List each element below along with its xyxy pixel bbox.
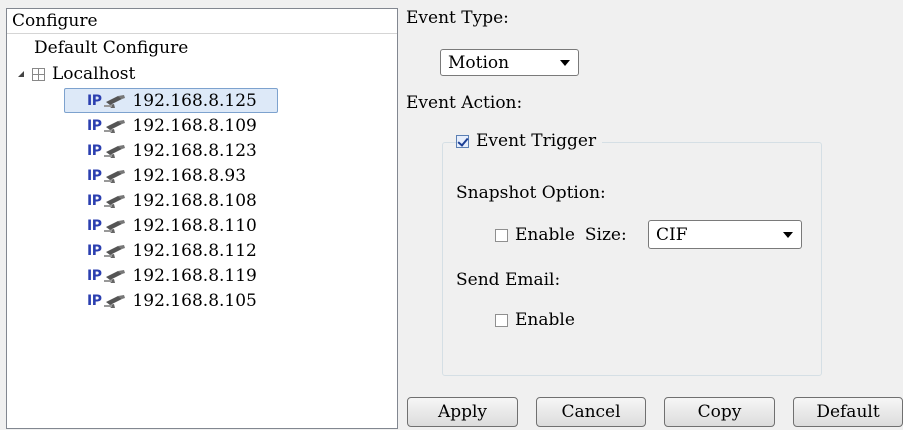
send-email-label: Send Email: [456, 270, 561, 290]
default-button[interactable]: Default [793, 397, 903, 427]
snapshot-size-value: CIF [656, 224, 688, 245]
camera-icon [103, 143, 127, 159]
copy-button[interactable]: Copy [664, 397, 775, 427]
event-trigger-group [442, 142, 822, 376]
camera-item[interactable]: IP 192.168.8.93 [64, 163, 278, 188]
event-trigger-checkbox-row[interactable]: Event Trigger [456, 131, 603, 151]
event-type-value: Motion [448, 52, 510, 73]
camera-ip-label: 192.168.8.112 [132, 240, 257, 261]
camera-item[interactable]: IP 192.168.8.105 [64, 288, 278, 313]
camera-icon [103, 218, 127, 234]
ip-camera-tag: IP [87, 117, 102, 134]
ip-camera-tag: IP [87, 142, 102, 159]
ip-camera-tag: IP [87, 292, 102, 309]
camera-item[interactable]: IP 192.168.8.123 [64, 138, 278, 163]
ip-camera-tag: IP [87, 192, 102, 209]
camera-icon [103, 268, 127, 284]
event-type-label: Event Type: [406, 8, 509, 28]
camera-item[interactable]: IP 192.168.8.109 [64, 113, 278, 138]
cancel-button[interactable]: Cancel [536, 397, 646, 427]
event-action-label: Event Action: [406, 93, 523, 113]
tree-header: Configure [7, 9, 397, 34]
camera-icon [103, 193, 127, 209]
camera-icon [103, 118, 127, 134]
camera-ip-label: 192.168.8.105 [132, 290, 257, 311]
tree-root-default-configure[interactable]: Default Configure [34, 38, 188, 58]
camera-icon [103, 168, 127, 184]
ip-camera-tag: IP [87, 167, 102, 184]
camera-ip-label: 192.168.8.109 [132, 115, 257, 136]
camera-item[interactable]: IP 192.168.8.110 [64, 213, 278, 238]
tree-node-localhost[interactable]: Localhost [18, 63, 135, 85]
ip-camera-tag: IP [87, 267, 102, 284]
ip-camera-tag: IP [87, 92, 102, 109]
email-row: Enable [495, 310, 575, 330]
camera-ip-label: 192.168.8.125 [132, 90, 257, 111]
camera-item[interactable]: IP 192.168.8.112 [64, 238, 278, 263]
camera-ip-label: 192.168.8.108 [132, 190, 257, 211]
ip-camera-tag: IP [87, 242, 102, 259]
camera-item[interactable]: IP 192.168.8.108 [64, 188, 278, 213]
snapshot-size-select[interactable]: CIF [648, 220, 802, 249]
apply-button[interactable]: Apply [407, 397, 518, 427]
ip-camera-tag: IP [87, 217, 102, 234]
event-trigger-checkbox[interactable] [456, 134, 469, 148]
camera-ip-label: 192.168.8.93 [132, 165, 247, 186]
grid-icon [32, 67, 45, 81]
size-label: Size: [584, 225, 627, 245]
camera-item[interactable]: IP 192.168.8.119 [64, 263, 278, 288]
camera-icon [103, 243, 127, 259]
event-type-select[interactable]: Motion [440, 49, 579, 76]
expand-arrow-icon[interactable] [18, 71, 24, 77]
camera-ip-label: 192.168.8.119 [132, 265, 257, 286]
camera-ip-label: 192.168.8.110 [132, 215, 257, 236]
snapshot-enable-checkbox[interactable] [495, 228, 508, 242]
snapshot-enable-label: Enable [515, 225, 575, 245]
snapshot-option-label: Snapshot Option: [456, 183, 606, 203]
tree-node-label: Localhost [52, 64, 136, 84]
snapshot-row: Enable Size: [495, 225, 627, 245]
dropdown-arrow-icon [783, 231, 793, 238]
camera-item[interactable]: IP 192.168.8.125 [64, 88, 278, 113]
event-trigger-label: Event Trigger [476, 131, 597, 151]
camera-icon [103, 293, 127, 309]
camera-icon [103, 93, 127, 109]
dropdown-arrow-icon [560, 59, 570, 66]
email-enable-label: Enable [515, 310, 575, 330]
camera-ip-label: 192.168.8.123 [132, 140, 257, 161]
camera-list: IP 192.168.8.125 IP 192.168.8.109 IP 192.168.… [64, 88, 278, 313]
email-enable-checkbox[interactable] [495, 313, 508, 327]
